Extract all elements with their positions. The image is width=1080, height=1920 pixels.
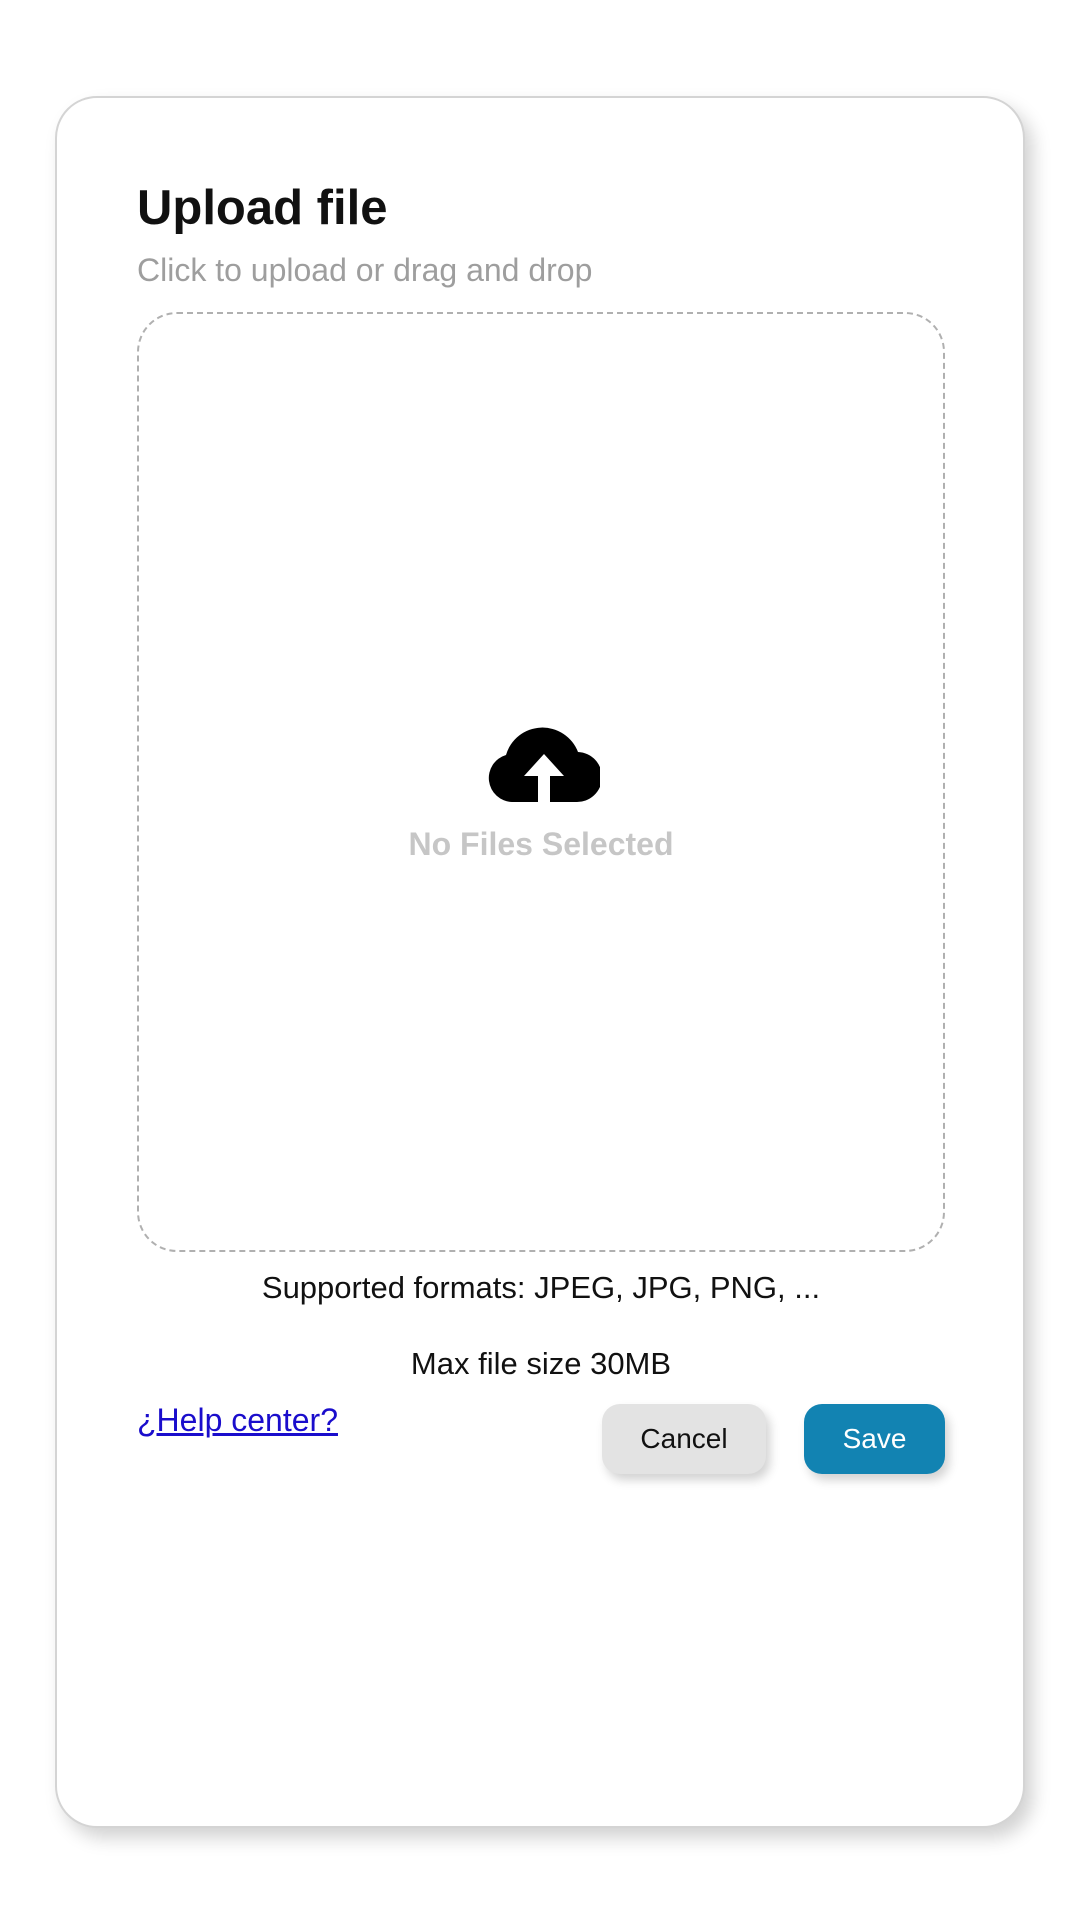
upload-dialog: Upload file Click to upload or drag and … — [55, 96, 1025, 1828]
max-file-size-text: Max file size 30MB — [410, 1346, 672, 1381]
cancel-button[interactable]: Cancel — [602, 1404, 766, 1474]
dialog-subtitle: Click to upload or drag and drop — [137, 252, 593, 288]
supported-formats-text: Supported formats: JPEG, JPG, PNG, ... — [261, 1270, 821, 1305]
save-button[interactable]: Save — [804, 1404, 945, 1474]
help-center-link[interactable]: ¿Help center? — [137, 1400, 338, 1440]
no-files-label: No Files Selected — [408, 826, 674, 862]
cloud-upload-icon — [488, 727, 600, 803]
dialog-title: Upload file — [137, 181, 388, 235]
file-dropzone[interactable]: No Files Selected — [137, 312, 945, 1252]
